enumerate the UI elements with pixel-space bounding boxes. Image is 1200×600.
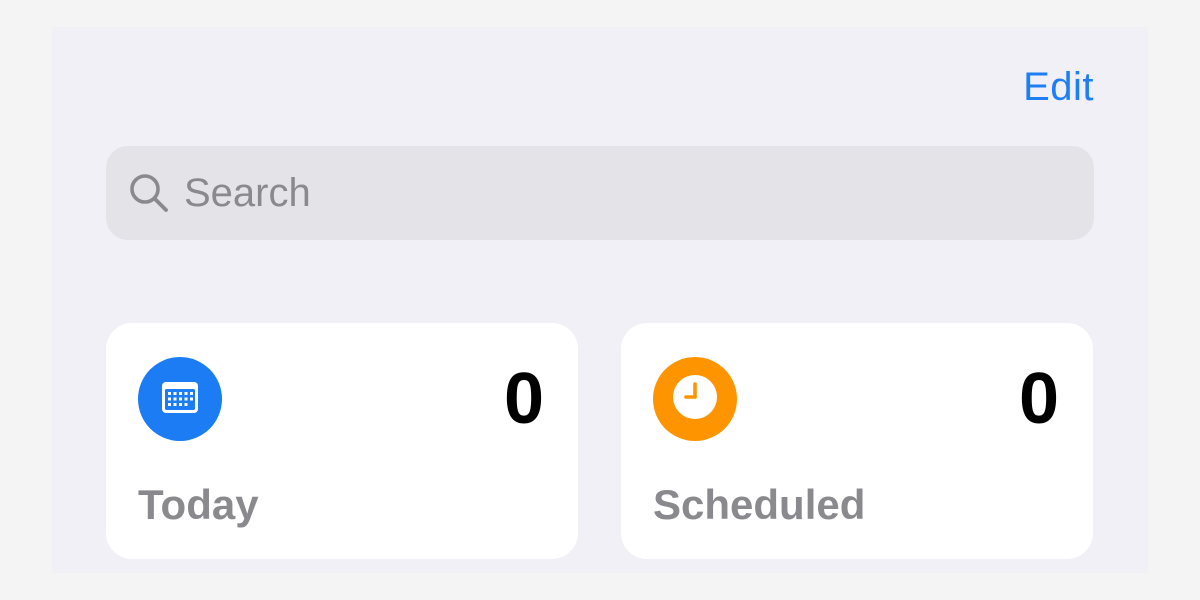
today-icon-badge bbox=[138, 357, 222, 441]
scheduled-label: Scheduled bbox=[653, 481, 866, 528]
smart-list-scheduled-card[interactable]: 0 Scheduled bbox=[621, 323, 1093, 559]
search-input[interactable] bbox=[184, 170, 1064, 216]
search-icon bbox=[126, 170, 172, 216]
scheduled-count: 0 bbox=[1018, 359, 1059, 439]
smart-list-today-card[interactable]: 0 Today bbox=[106, 323, 578, 559]
calendar-icon bbox=[156, 373, 204, 426]
clock-icon bbox=[669, 371, 721, 428]
search-bar[interactable] bbox=[106, 146, 1094, 240]
edit-button[interactable]: Edit bbox=[1023, 65, 1094, 110]
reminders-screen: Edit Search 0 Today 0 Scheduled bbox=[52, 27, 1148, 573]
scheduled-icon-badge bbox=[653, 357, 737, 441]
today-label: Today bbox=[138, 481, 259, 528]
today-count: 0 bbox=[503, 359, 544, 439]
